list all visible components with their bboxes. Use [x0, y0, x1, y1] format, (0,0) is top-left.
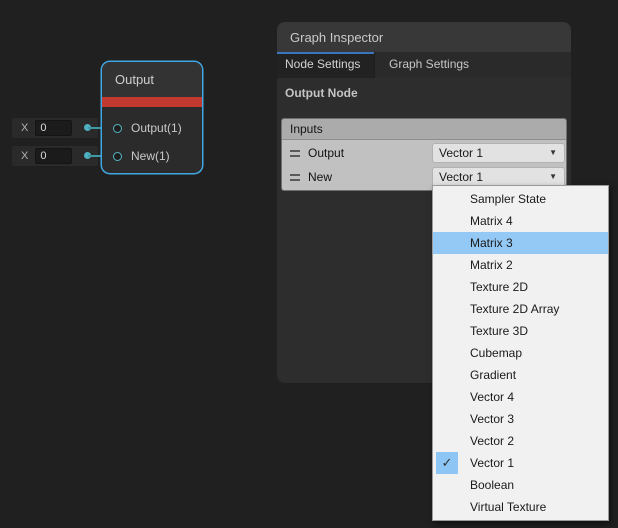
menu-item[interactable]: Gradient✓	[433, 364, 608, 386]
menu-item[interactable]: Cubemap✓	[433, 342, 608, 364]
menu-item[interactable]: Texture 3D✓	[433, 320, 608, 342]
axis-label: X	[21, 150, 28, 162]
output-node[interactable]: Output Output(1) New(1)	[102, 62, 202, 173]
tab-node-settings[interactable]: Node Settings	[277, 52, 374, 78]
menu-item[interactable]: Vector 2✓	[433, 430, 608, 452]
dropdown-arrow-icon: ▼	[549, 168, 557, 186]
menu-item[interactable]: Sampler State✓	[433, 188, 608, 210]
port-row-output[interactable]: Output(1)	[102, 114, 202, 142]
type-dropdown-menu: Sampler State✓ Matrix 4✓ Matrix 3✓ Matri…	[432, 185, 609, 521]
port-label: Output(1)	[131, 121, 182, 135]
type-dropdown-value: Vector 1	[439, 146, 483, 160]
menu-item[interactable]: Vector 4✓	[433, 386, 608, 408]
checkmark-icon: ✓	[436, 452, 458, 474]
menu-item[interactable]: Vector 1✓	[433, 452, 608, 474]
graph-canvas[interactable]: X X Output Output(1) New(1) Graph Inspec…	[0, 0, 618, 528]
menu-item[interactable]: Vector 3✓	[433, 408, 608, 430]
inputs-list-header: Inputs	[282, 119, 566, 140]
drag-handle-icon[interactable]	[290, 150, 300, 157]
tab-graph-settings[interactable]: Graph Settings	[375, 52, 483, 78]
inspector-tab-bar: Node Settings Graph Settings	[277, 52, 571, 78]
inputs-list-rows: Output Vector 1 ▼ New Vector 1 ▼	[282, 140, 566, 190]
node-title: Output	[102, 62, 202, 97]
menu-item[interactable]: Matrix 3✓	[433, 232, 608, 254]
drag-handle-icon[interactable]	[290, 174, 300, 181]
menu-item[interactable]: Matrix 2✓	[433, 254, 608, 276]
axis-label: X	[21, 122, 28, 134]
inline-value-input-new[interactable]	[35, 148, 72, 164]
inputs-list: Inputs Output Vector 1 ▼ New	[281, 118, 567, 191]
dropdown-arrow-icon: ▼	[549, 144, 557, 162]
type-dropdown-output[interactable]: Vector 1 ▼	[432, 143, 565, 163]
menu-item[interactable]: Texture 2D Array✓	[433, 298, 608, 320]
port-row-new[interactable]: New(1)	[102, 142, 202, 170]
inspector-title[interactable]: Graph Inspector	[277, 22, 571, 52]
type-dropdown-value: Vector 1	[439, 170, 483, 184]
menu-item[interactable]: Matrix 4✓	[433, 210, 608, 232]
input-row-label: Output	[308, 146, 344, 160]
inline-value-input-output[interactable]	[35, 120, 72, 136]
input-row-label: New	[308, 170, 332, 184]
port-label: New(1)	[131, 149, 170, 163]
node-color-bar	[102, 97, 202, 107]
menu-item[interactable]: Texture 2D✓	[433, 276, 608, 298]
menu-item[interactable]: Virtual Texture✓	[433, 496, 608, 518]
input-row-output: Output Vector 1 ▼	[282, 141, 566, 165]
port-circle-icon[interactable]	[113, 124, 122, 133]
type-dropdown-new[interactable]: Vector 1 ▼	[432, 167, 565, 187]
menu-item[interactable]: Boolean✓	[433, 474, 608, 496]
node-ports: Output(1) New(1)	[102, 107, 202, 170]
section-title: Output Node	[277, 78, 571, 100]
port-circle-icon[interactable]	[113, 152, 122, 161]
